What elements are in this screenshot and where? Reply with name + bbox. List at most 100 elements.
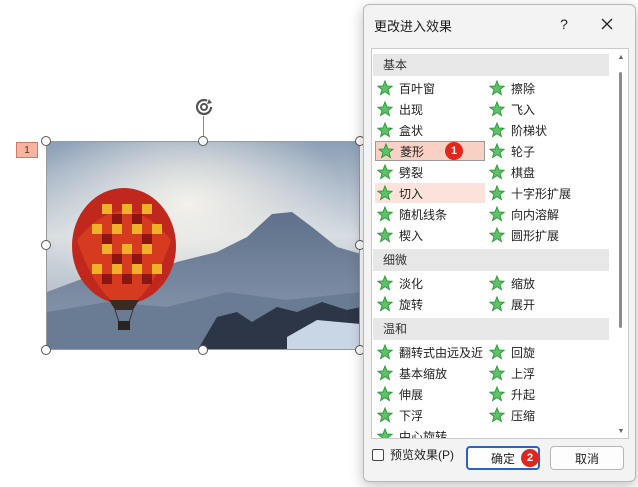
- slide-canvas: 1 更改进入效果 ? ▲ ▼ 基本 百叶窗 擦除 出现 飞入 盒状 阶梯状 菱形…: [0, 0, 638, 487]
- resize-handle-top[interactable]: [198, 136, 208, 146]
- effect-star-icon: [489, 185, 505, 201]
- effect-star-icon: [378, 143, 394, 159]
- effect-item-label: 盒状: [399, 123, 424, 138]
- section-header: 基本: [373, 54, 609, 76]
- effect-star-icon: [377, 164, 393, 180]
- effect-item-label: 切入: [399, 186, 424, 201]
- effect-item-label: 擦除: [511, 81, 536, 96]
- effect-star-icon: [489, 407, 505, 423]
- effect-item[interactable]: 上浮: [487, 363, 597, 383]
- effect-item-label: 圆形扩展: [511, 228, 560, 243]
- effect-star-icon: [489, 206, 505, 222]
- effect-item[interactable]: 伸展: [375, 384, 485, 404]
- resize-handle-top-left[interactable]: [41, 136, 51, 146]
- effect-item-label: 缩放: [511, 276, 536, 291]
- effect-item-label: 棋盘: [511, 165, 536, 180]
- effect-star-icon: [377, 185, 393, 201]
- effect-item[interactable]: 棋盘: [487, 162, 597, 182]
- effect-star-icon: [377, 428, 393, 438]
- effect-item-label: 出现: [399, 102, 424, 117]
- effect-star-icon: [489, 80, 505, 96]
- step-badge-confirm: 2: [521, 449, 539, 467]
- effect-item[interactable]: 百叶窗: [375, 78, 485, 98]
- effect-star-icon: [489, 143, 505, 159]
- effect-star-icon: [489, 164, 505, 180]
- section-header: 温和: [373, 318, 609, 340]
- cancel-button[interactable]: 取消: [550, 446, 624, 470]
- effect-item[interactable]: 压缩: [487, 405, 597, 425]
- effect-star-icon: [489, 386, 505, 402]
- effect-item-label: 展开: [511, 297, 536, 312]
- effect-item-label: 随机线条: [399, 207, 448, 222]
- preview-effect-checkbox[interactable]: [372, 448, 384, 461]
- effect-item-label: 百叶窗: [399, 81, 436, 96]
- resize-handle-bottom[interactable]: [198, 345, 208, 355]
- effect-star-icon: [377, 275, 393, 291]
- effect-item-label: 向内溶解: [511, 207, 560, 222]
- effect-item[interactable]: 楔入: [375, 225, 485, 245]
- scroll-down-icon[interactable]: ▼: [617, 427, 625, 435]
- effect-item[interactable]: 出现: [375, 99, 485, 119]
- effect-item-label: 翻转式由远及近: [399, 345, 484, 360]
- effect-star-icon: [489, 275, 505, 291]
- effect-star-icon: [377, 80, 393, 96]
- effect-item[interactable]: 旋转: [375, 294, 485, 314]
- effect-item[interactable]: 随机线条: [375, 204, 485, 224]
- close-button[interactable]: [597, 14, 617, 34]
- effect-item[interactable]: 阶梯状: [487, 120, 597, 140]
- effect-star-icon: [377, 101, 393, 117]
- effect-item[interactable]: 缩放: [487, 273, 597, 293]
- effect-item-label: 伸展: [399, 387, 424, 402]
- effect-list-scrollbar[interactable]: ▲ ▼: [615, 50, 627, 437]
- dialog-title-bar[interactable]: 更改进入效果 ?: [364, 5, 635, 41]
- effect-item[interactable]: 圆形扩展: [487, 225, 597, 245]
- resize-handle-bottom-left[interactable]: [41, 345, 51, 355]
- rotate-icon[interactable]: [193, 96, 215, 118]
- effect-item-label: 飞入: [511, 102, 536, 117]
- animation-order-tag[interactable]: 1: [16, 142, 38, 158]
- effect-item[interactable]: 轮子: [487, 141, 597, 161]
- effect-item[interactable]: 下浮: [375, 405, 485, 425]
- effect-item[interactable]: 菱形: [375, 141, 485, 161]
- balloon-photo[interactable]: [46, 141, 360, 350]
- effect-list[interactable]: ▲ ▼ 基本百叶窗 擦除出现 飞入盒状 阶梯状菱形 1 轮子 劈裂 棋盘切入 十字形扩展随机线条…: [371, 48, 629, 439]
- scroll-up-icon[interactable]: ▲: [617, 53, 625, 61]
- effect-item-label: 淡化: [399, 276, 424, 291]
- effect-item[interactable]: 盒状: [375, 120, 485, 140]
- effect-star-icon: [377, 296, 393, 312]
- effect-item[interactable]: 基本缩放: [375, 363, 485, 383]
- effect-item[interactable]: 飞入: [487, 99, 597, 119]
- effect-item-label: 压缩: [511, 408, 536, 423]
- effect-star-icon: [377, 386, 393, 402]
- effect-item-label: 旋转: [399, 297, 424, 312]
- effect-item[interactable]: 十字形扩展: [487, 183, 597, 203]
- effect-item[interactable]: 擦除: [487, 78, 597, 98]
- effect-item[interactable]: 淡化: [375, 273, 485, 293]
- effect-star-icon: [489, 227, 505, 243]
- effect-star-icon: [489, 344, 505, 360]
- effect-item-label: 阶梯状: [511, 123, 548, 138]
- effect-item[interactable]: 升起: [487, 384, 597, 404]
- effect-star-icon: [377, 344, 393, 360]
- effect-star-icon: [489, 122, 505, 138]
- change-entrance-effect-dialog: 更改进入效果 ? ▲ ▼ 基本百叶窗 擦除出现 飞入盒状 阶梯状菱形 1 轮子 劈裂 棋盘切入…: [363, 4, 636, 482]
- effect-star-icon: [489, 296, 505, 312]
- effect-item-label: 升起: [511, 387, 536, 402]
- scroll-thumb[interactable]: [619, 72, 622, 328]
- effect-item[interactable]: 展开: [487, 294, 597, 314]
- help-button[interactable]: ?: [554, 14, 574, 34]
- resize-handle-left[interactable]: [41, 240, 51, 250]
- step-badge-select: 1: [445, 142, 463, 160]
- preview-effect-option[interactable]: 预览效果(P): [372, 446, 454, 463]
- effect-item[interactable]: 向内溶解: [487, 204, 597, 224]
- dialog-title: 更改进入效果: [374, 19, 453, 34]
- preview-effect-label: 预览效果(P): [390, 448, 454, 462]
- effect-item[interactable]: 回旋: [487, 342, 597, 362]
- effect-item-label: 菱形: [400, 144, 425, 159]
- effect-item[interactable]: 切入: [375, 183, 485, 203]
- effect-item[interactable]: 劈裂: [375, 162, 485, 182]
- effect-star-icon: [377, 206, 393, 222]
- effect-item[interactable]: 翻转式由远及近: [375, 342, 485, 362]
- effect-item-label: 回旋: [511, 345, 536, 360]
- effect-item[interactable]: 中心旋转: [375, 426, 485, 438]
